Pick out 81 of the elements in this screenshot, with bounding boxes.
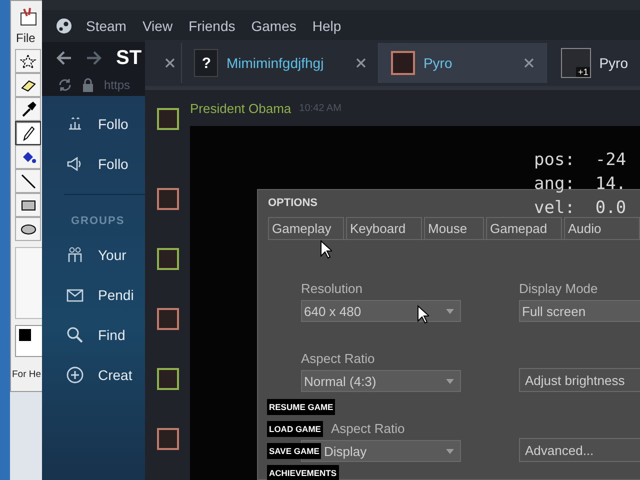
game-menu-item[interactable]: RESUME GAME: [267, 399, 336, 415]
search-icon: [66, 326, 84, 344]
avatar[interactable]: [156, 188, 178, 210]
options-button[interactable]: Adjust brightness: [519, 368, 640, 392]
close-icon[interactable]: [524, 58, 534, 68]
game-menu-item[interactable]: ACHIEVEMENTS: [267, 465, 339, 480]
sidebar-link[interactable]: Find: [98, 327, 126, 343]
sidebar-link[interactable]: Your: [98, 247, 126, 263]
color-selector[interactable]: [15, 325, 43, 357]
file-menu[interactable]: File: [11, 27, 36, 47]
menu-item[interactable]: Friends: [180, 18, 244, 34]
tool-options-panel: [15, 247, 43, 319]
menu-item[interactable]: View: [134, 18, 181, 34]
dropdown[interactable]: Full screen: [519, 300, 640, 322]
tab-label: Pyro: [599, 55, 628, 71]
debug-text: ang: 14.: [534, 173, 628, 196]
pencil-tool-icon[interactable]: [15, 121, 41, 145]
mouse-cursor-icon: [320, 240, 332, 259]
lock-icon: [82, 78, 94, 92]
close-icon[interactable]: [165, 58, 175, 68]
menu-item[interactable]: Help: [304, 18, 350, 34]
back-arrow-icon[interactable]: [56, 51, 72, 65]
options-tab[interactable]: Audio: [564, 217, 640, 239]
options-tab[interactable]: Gamepad: [486, 217, 562, 239]
member-count-badge: +1: [576, 67, 590, 77]
refresh-icon[interactable]: [58, 78, 72, 92]
steam-logo-icon: [56, 18, 72, 34]
field-label: Aspect Ratio: [301, 351, 375, 366]
add-icon: [66, 366, 84, 384]
close-icon[interactable]: [356, 58, 366, 68]
options-tab[interactable]: Keyboard: [346, 217, 422, 239]
field-label: Aspect Ratio: [331, 421, 405, 436]
debug-text: pos: -24: [534, 149, 628, 172]
field-label: Resolution: [301, 281, 362, 296]
line-tool-icon[interactable]: [15, 169, 41, 193]
fill-tool-icon[interactable]: [15, 145, 41, 169]
avatar: [391, 51, 416, 75]
unknown-avatar: ?: [194, 49, 218, 77]
caret-icon: [446, 448, 454, 454]
avatar[interactable]: [156, 368, 178, 390]
sidebar-link[interactable]: Follo: [98, 156, 128, 172]
options-button[interactable]: Advanced...: [519, 438, 640, 462]
tab-label: Pyro: [423, 55, 454, 71]
avatar[interactable]: [156, 308, 178, 330]
mouse-cursor-icon: [417, 305, 429, 324]
paint-app-icon: [19, 7, 39, 27]
debug-text: vel: 0.0: [534, 197, 628, 220]
menu-item[interactable]: Games: [243, 18, 304, 34]
select-tool-icon[interactable]: [15, 49, 41, 73]
avatar[interactable]: [156, 108, 178, 130]
groups-icon: [66, 246, 84, 264]
sender-name: President Obama: [190, 100, 292, 116]
tab-label: Mimiminfgdjfhgj: [226, 55, 325, 71]
caret-icon: [446, 308, 454, 314]
ellipse-tool-icon[interactable]: [15, 217, 41, 241]
field-label: Display Mode: [519, 281, 598, 296]
rect-tool-icon[interactable]: [15, 193, 41, 217]
picker-tool-icon[interactable]: [15, 97, 41, 121]
dropdown[interactable]: Normal (4:3): [301, 370, 461, 392]
dialog-title: OPTIONS: [268, 197, 318, 211]
chat-tab[interactable]: ? Mimiminfgdjfhgj: [182, 43, 380, 83]
caret-icon: [446, 378, 454, 384]
sidebar-link[interactable]: Creat: [98, 367, 132, 383]
url-text: https: [104, 78, 130, 92]
dropdown[interactable]: 640 x 480: [301, 300, 461, 322]
options-tab[interactable]: Gameplay: [268, 217, 344, 239]
game-menu-item[interactable]: LOAD GAME: [267, 421, 323, 437]
menu-item[interactable]: Steam: [78, 18, 134, 34]
sidebar-link[interactable]: Pendi: [98, 287, 134, 303]
avatar[interactable]: [156, 428, 178, 450]
avatar[interactable]: [156, 248, 178, 270]
options-tab[interactable]: Mouse: [424, 217, 484, 239]
eraser-tool-icon[interactable]: [15, 73, 41, 97]
status-text: For He: [11, 369, 42, 380]
sidebar-link[interactable]: Follo: [98, 116, 128, 132]
section-heading: GROUPS: [70, 215, 126, 229]
chat-tab[interactable]: Pyro: [379, 43, 548, 83]
chat-tab[interactable]: +1 Pyro: [547, 43, 640, 83]
page-title: ST: [116, 46, 142, 70]
forward-arrow-icon[interactable]: [86, 51, 102, 65]
game-menu-item[interactable]: SAVE GAME: [267, 443, 322, 459]
